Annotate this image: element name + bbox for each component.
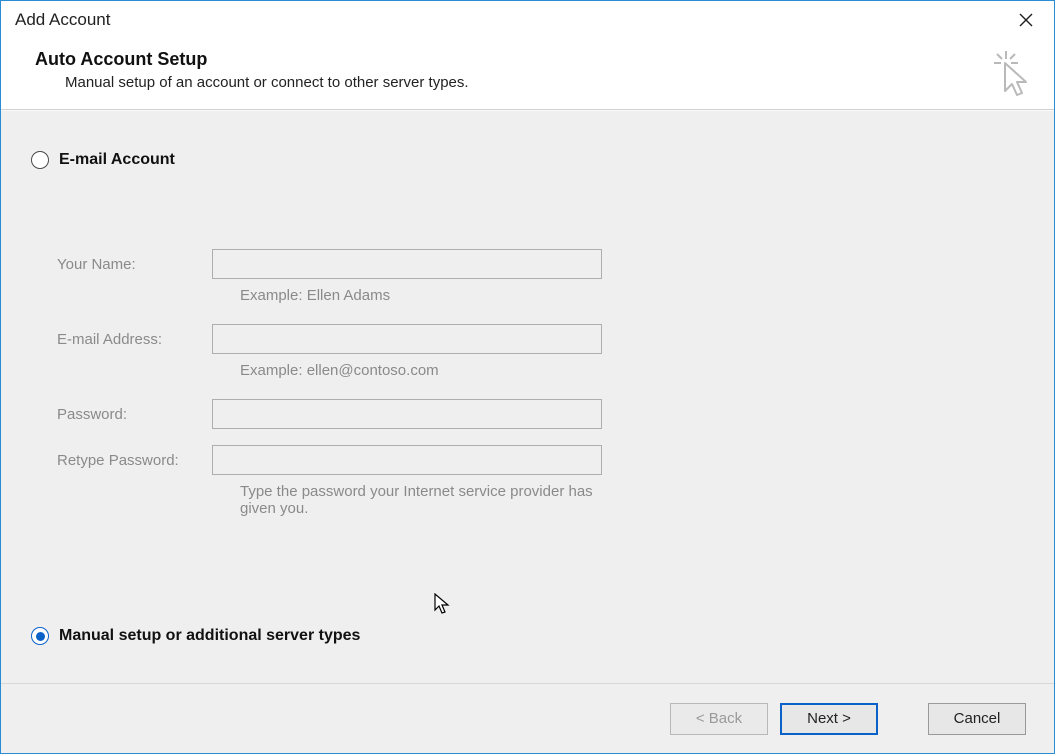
hint-password: Type the password your Internet service … [212, 481, 602, 521]
radio-manual-setup[interactable] [31, 627, 49, 645]
header-subtitle: Manual setup of an account or connect to… [65, 74, 1024, 91]
input-email-address [212, 324, 602, 354]
radio-label-email-account: E-mail Account [59, 151, 175, 169]
input-retype-password [212, 445, 602, 475]
click-cursor-icon [988, 49, 1036, 97]
hint-your-name: Example: Ellen Adams [212, 285, 602, 318]
header-title: Auto Account Setup [35, 49, 1024, 70]
label-your-name: Your Name: [57, 256, 212, 273]
label-email-address: E-mail Address: [57, 331, 212, 348]
dialog-footer: < Back Next > Cancel [1, 683, 1054, 753]
dialog-header: Auto Account Setup Manual setup of an ac… [1, 39, 1054, 110]
input-your-name [212, 249, 602, 279]
back-button: < Back [670, 703, 768, 735]
mouse-cursor-icon [433, 593, 451, 615]
titlebar: Add Account [1, 1, 1054, 39]
option-email-account[interactable]: E-mail Account [31, 151, 1024, 169]
add-account-dialog: Add Account Auto Account Setup Manual se… [0, 0, 1055, 754]
option-manual-setup[interactable]: Manual setup or additional server types [31, 627, 360, 645]
radio-label-manual-setup: Manual setup or additional server types [59, 627, 360, 645]
cancel-button[interactable]: Cancel [928, 703, 1026, 735]
close-icon [1019, 13, 1033, 27]
dialog-body: E-mail Account Your Name: Example: Ellen… [1, 110, 1054, 683]
hint-email-address: Example: ellen@contoso.com [212, 360, 602, 393]
label-retype-password: Retype Password: [57, 452, 212, 469]
radio-email-account[interactable] [31, 151, 49, 169]
label-password: Password: [57, 406, 212, 423]
close-button[interactable] [1006, 5, 1046, 35]
email-account-form: Your Name: Example: Ellen Adams E-mail A… [57, 249, 1024, 521]
input-password [212, 399, 602, 429]
window-title: Add Account [15, 10, 110, 30]
next-button[interactable]: Next > [780, 703, 878, 735]
